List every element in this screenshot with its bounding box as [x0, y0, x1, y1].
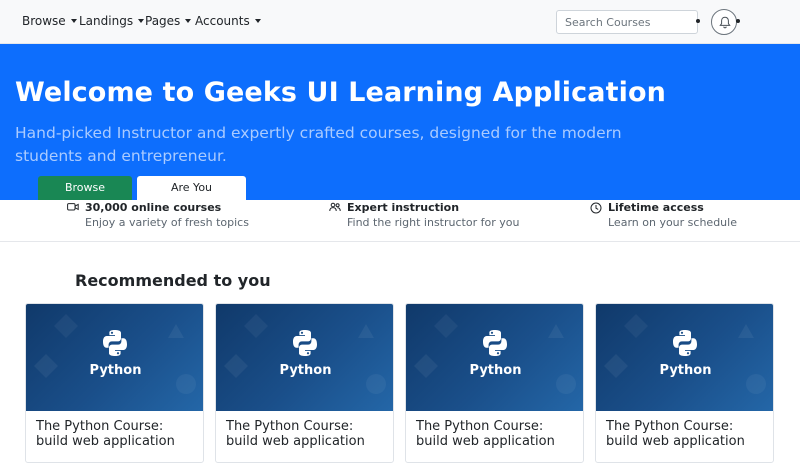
course-title[interactable]: The Python Course: build web application — [416, 419, 578, 449]
python-logo-icon — [293, 330, 317, 356]
notification-indicator — [736, 19, 740, 23]
are-you-instructor-button[interactable]: Are You Instructor? — [137, 176, 246, 218]
nav-accounts-label: Accounts — [195, 14, 250, 28]
thumbnail-label: Python — [89, 363, 142, 378]
chevron-down-icon — [138, 19, 145, 23]
course-thumbnail[interactable]: Python — [406, 304, 583, 411]
video-icon — [67, 203, 79, 211]
feature-title: 30,000 online courses — [85, 201, 222, 214]
thumbnail-label: Python — [279, 363, 332, 378]
features-strip: 30,000 online courses Enjoy a variety of… — [0, 200, 800, 242]
nav-landings-label: Landings — [79, 14, 134, 28]
bell-icon — [719, 16, 731, 29]
feature-text: Find the right instructor for you — [347, 216, 520, 229]
python-logo-icon — [103, 330, 127, 356]
hero-subtitle: Hand-picked Instructor and expertly craf… — [15, 124, 622, 165]
course-thumbnail[interactable]: Python — [26, 304, 203, 411]
course-thumbnail[interactable]: Python — [216, 304, 393, 411]
hero-title: Welcome to Geeks UI Learning Application — [15, 77, 666, 108]
feature-text: Learn on your schedule — [608, 216, 737, 229]
course-title[interactable]: The Python Course: build web application — [226, 419, 388, 449]
feature-title: Expert instruction — [347, 201, 460, 214]
top-navbar: Browse Landings Pages Accounts — [0, 0, 800, 44]
users-icon — [329, 202, 341, 212]
thumbnail-label: Python — [659, 363, 712, 378]
chevron-down-icon — [70, 19, 77, 23]
course-title[interactable]: The Python Course: build web application — [36, 419, 198, 449]
nav-landings[interactable]: Landings — [79, 14, 145, 28]
course-card[interactable]: Python The Python Course: build web appl… — [595, 303, 774, 463]
nav-browse[interactable]: Browse — [22, 14, 77, 28]
notifications-button[interactable] — [711, 9, 737, 35]
course-title[interactable]: The Python Course: build web application — [606, 419, 768, 449]
browse-courses-button[interactable]: Browse Courses — [38, 176, 132, 218]
hero-section: Welcome to Geeks UI Learning Application… — [0, 44, 800, 218]
feature-title: Lifetime access — [608, 201, 704, 214]
chevron-down-icon — [254, 19, 261, 23]
course-card[interactable]: Python The Python Course: build web appl… — [405, 303, 584, 463]
course-card[interactable]: Python The Python Course: build web appl… — [25, 303, 204, 463]
chevron-down-icon — [185, 19, 192, 23]
search-input[interactable] — [556, 10, 698, 34]
nav-pages-label: Pages — [145, 14, 181, 28]
course-thumbnail[interactable]: Python — [596, 304, 773, 411]
python-logo-icon — [673, 330, 697, 356]
course-card[interactable]: Python The Python Course: build web appl… — [215, 303, 394, 463]
search-icon[interactable] — [696, 19, 700, 23]
nav-accounts[interactable]: Accounts — [195, 14, 261, 28]
nav-browse-label: Browse — [22, 14, 66, 28]
clock-icon — [590, 202, 602, 214]
feature-text: Enjoy a variety of fresh topics — [85, 216, 249, 229]
nav-pages[interactable]: Pages — [145, 14, 192, 28]
thumbnail-label: Python — [469, 363, 522, 378]
python-logo-icon — [483, 330, 507, 356]
recommended-title: Recommended to you — [75, 271, 271, 290]
